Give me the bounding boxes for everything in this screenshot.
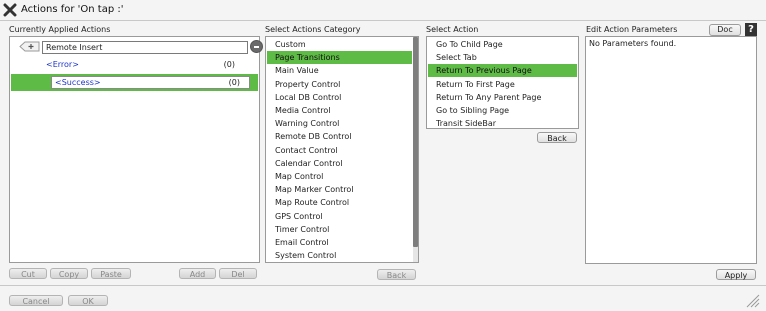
title-bar: Actions for 'On tap :' (0, 0, 766, 20)
window-title: Actions for 'On tap :' (21, 4, 124, 15)
category-list-item[interactable]: GPS Control (267, 210, 412, 223)
params-header: Edit Action Parameters (586, 25, 678, 34)
apply-button[interactable]: Apply (716, 269, 756, 280)
category-list-item[interactable]: Email Control (267, 236, 412, 249)
success-count: (0) (228, 78, 240, 87)
category-list-item[interactable]: Map Marker Control (267, 183, 412, 196)
title-divider (0, 20, 766, 21)
category-list-item[interactable]: Custom (267, 38, 412, 51)
success-node-box[interactable]: <Success> (0) (51, 76, 250, 89)
help-icon[interactable]: ? (745, 23, 757, 36)
add-node-icon[interactable] (19, 41, 41, 52)
action-node-remote-insert[interactable]: Remote Insert (42, 41, 248, 54)
action-list-item[interactable]: Transit SideBar (428, 117, 577, 128)
category-scrollbar-track[interactable] (413, 37, 418, 262)
category-list-item[interactable]: Contact Control (267, 144, 412, 157)
ok-button[interactable]: OK (68, 295, 108, 306)
action-list-panel: Go To Child Page Select Tab Return To Prev… (426, 36, 579, 129)
footer-divider (0, 285, 766, 286)
category-list-item[interactable]: System Control (267, 249, 412, 262)
category-list-item[interactable]: Map Route Control (267, 196, 412, 209)
category-list-item[interactable]: Calendar Control (267, 157, 412, 170)
resize-grip-icon[interactable] (742, 290, 760, 308)
category-list-item[interactable]: Remote DB Control (267, 130, 412, 143)
action-back-button[interactable]: Back (537, 132, 577, 143)
tree-node-success[interactable]: <Success> (0) (11, 74, 258, 91)
action-list-item[interactable]: Return To Previous Page (428, 64, 577, 78)
success-label: <Success> (55, 78, 101, 87)
action-list-item[interactable]: Go To Child Page (428, 38, 577, 51)
error-label: <Error> (46, 60, 79, 69)
paste-button[interactable]: Paste (91, 268, 131, 279)
category-list-item[interactable]: Media Control (267, 104, 412, 117)
category-scrollbar-thumb[interactable] (413, 37, 418, 247)
category-list-panel: Custom Page Transitions Main Value Property… (265, 36, 419, 263)
remove-icon[interactable] (250, 40, 263, 53)
action-list: Go To Child Page Select Tab Return To Prev… (427, 37, 578, 128)
cut-button[interactable]: Cut (9, 268, 47, 279)
params-panel: No Parameters found. (585, 36, 757, 264)
category-list-item[interactable]: Warning Control (267, 117, 412, 130)
applied-actions-panel: Remote Insert <Error> (0) <Success> (0) (9, 36, 263, 263)
tree-node-error[interactable]: <Error> (0) (11, 58, 258, 73)
del-button[interactable]: Del (219, 268, 257, 279)
action-list-item[interactable]: Go to Sibling Page (428, 104, 577, 117)
category-back-button[interactable]: Back (377, 269, 416, 280)
category-list-item[interactable]: Timer Control (267, 223, 412, 236)
action-header: Select Action (426, 25, 479, 34)
category-list-item[interactable]: Main Value (267, 64, 412, 77)
cancel-button[interactable]: Cancel (9, 295, 63, 306)
close-icon[interactable] (3, 3, 17, 17)
applied-actions-header: Currently Applied Actions (9, 25, 111, 34)
category-list-item[interactable]: Page Transitions (267, 51, 412, 65)
add-button[interactable]: Add (179, 268, 216, 279)
category-header: Select Actions Category (265, 25, 361, 34)
error-count: (0) (223, 60, 235, 69)
category-list-item[interactable]: Property Control (267, 78, 412, 91)
action-list-item[interactable]: Select Tab (428, 51, 577, 64)
category-list-item[interactable]: Map Control (267, 170, 412, 183)
no-params-text: No Parameters found. (589, 39, 677, 48)
action-list-item[interactable]: Return To First Page (428, 78, 577, 91)
category-list-item[interactable]: Local DB Control (267, 91, 412, 104)
action-list-item[interactable]: Return To Any Parent Page (428, 91, 577, 104)
copy-button[interactable]: Copy (50, 268, 88, 279)
doc-button[interactable]: Doc (709, 24, 741, 36)
category-list: Custom Page Transitions Main Value Property… (266, 37, 418, 262)
